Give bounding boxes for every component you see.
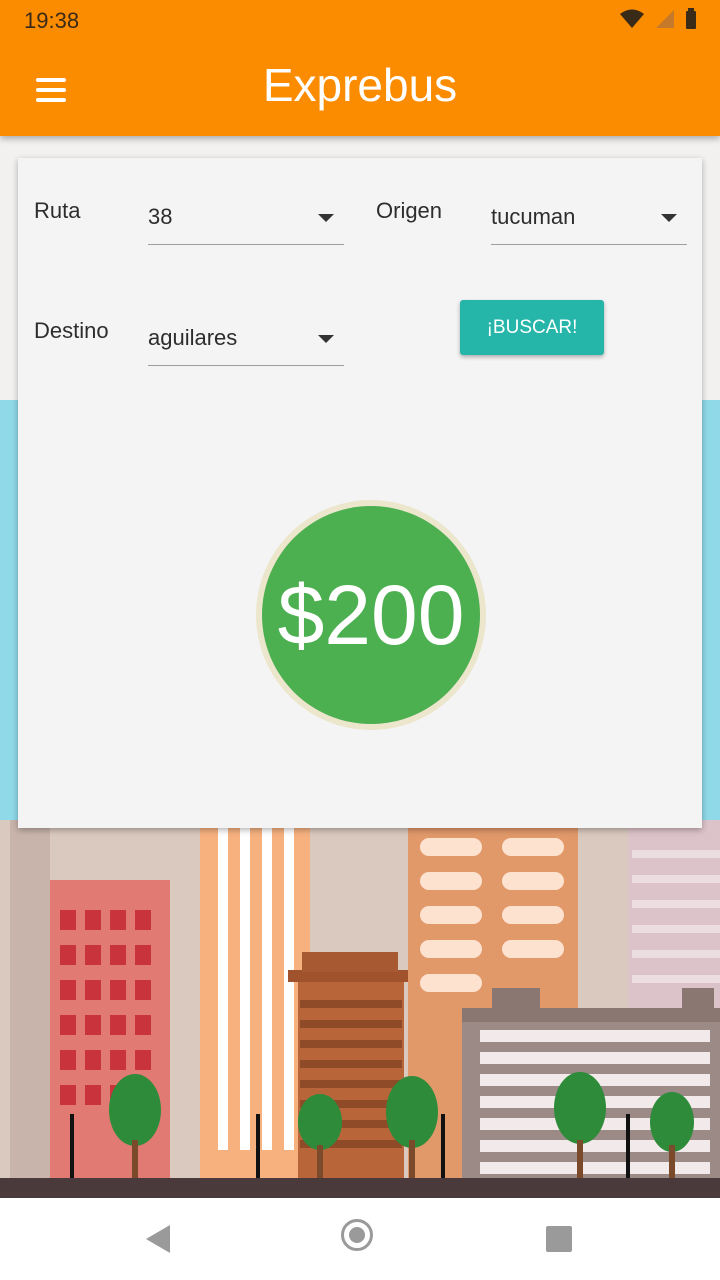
origen-label: Origen [376, 198, 443, 223]
destino-value: aguilares [148, 325, 238, 350]
origen-value: tucuman [491, 204, 576, 229]
destino-dropdown[interactable]: aguilares [148, 311, 344, 366]
home-icon[interactable] [341, 1219, 373, 1251]
system-nav-bar [0, 1198, 720, 1280]
ruta-dropdown[interactable]: 38 [148, 190, 344, 245]
chevron-down-icon [318, 214, 334, 222]
status-icons [618, 8, 698, 30]
price-circle: $200 [256, 500, 486, 730]
battery-icon [686, 8, 696, 29]
wifi-icon [620, 9, 644, 28]
price-value: $200 [262, 506, 480, 724]
ruta-value: 38 [148, 204, 173, 229]
origen-dropdown[interactable]: tucuman [491, 190, 687, 245]
search-card: Ruta 38 Origen tucuman Destino aguilares… [18, 158, 702, 828]
signal-icon [656, 10, 674, 28]
app-title: Exprebus [262, 59, 458, 111]
back-icon[interactable] [146, 1225, 170, 1253]
chevron-down-icon [318, 335, 334, 343]
status-time: 19:38 [24, 8, 80, 33]
chevron-down-icon [661, 214, 677, 222]
recent-apps-icon[interactable] [546, 1226, 572, 1252]
ruta-label: Ruta [34, 198, 81, 223]
search-button[interactable]: ¡BUSCAR! [460, 300, 604, 355]
destino-label: Destino [34, 318, 109, 343]
app-bar: 19:38 Exprebus [0, 0, 720, 136]
